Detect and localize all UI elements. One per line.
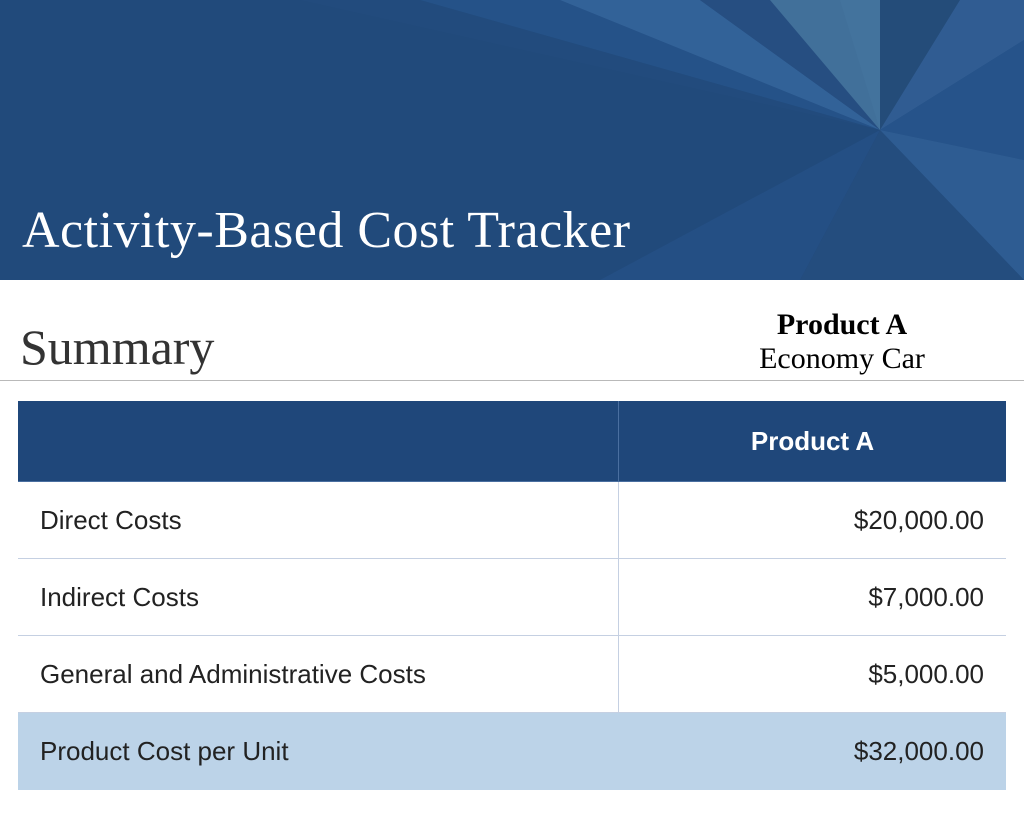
product-identity: Product A Economy Car xyxy=(682,308,1002,376)
cost-value: $20,000.00 xyxy=(619,482,1007,559)
page-title: Activity-Based Cost Tracker xyxy=(22,201,631,260)
table-row: Indirect Costs $7,000.00 xyxy=(18,559,1006,636)
table-header-row: Product A xyxy=(18,401,1006,482)
column-header-blank xyxy=(18,401,619,482)
cost-label: General and Administrative Costs xyxy=(18,636,619,713)
column-header-product: Product A xyxy=(619,401,1007,482)
cost-summary-table: Product A Direct Costs $20,000.00 Indire… xyxy=(18,401,1006,790)
table-row: General and Administrative Costs $5,000.… xyxy=(18,636,1006,713)
cost-value: $5,000.00 xyxy=(619,636,1007,713)
cost-label: Indirect Costs xyxy=(18,559,619,636)
content: Summary Product A Economy Car Product A … xyxy=(0,280,1024,790)
product-label: Product A xyxy=(682,308,1002,342)
cost-label: Direct Costs xyxy=(18,482,619,559)
total-label: Product Cost per Unit xyxy=(18,713,619,790)
table-row: Direct Costs $20,000.00 xyxy=(18,482,1006,559)
table-total-row: Product Cost per Unit $32,000.00 xyxy=(18,713,1006,790)
banner: Activity-Based Cost Tracker xyxy=(0,0,1024,280)
cost-value: $7,000.00 xyxy=(619,559,1007,636)
product-description: Economy Car xyxy=(682,342,1002,376)
total-value: $32,000.00 xyxy=(619,713,1007,790)
summary-heading: Summary xyxy=(20,318,682,376)
summary-header-row: Summary Product A Economy Car xyxy=(0,280,1024,381)
